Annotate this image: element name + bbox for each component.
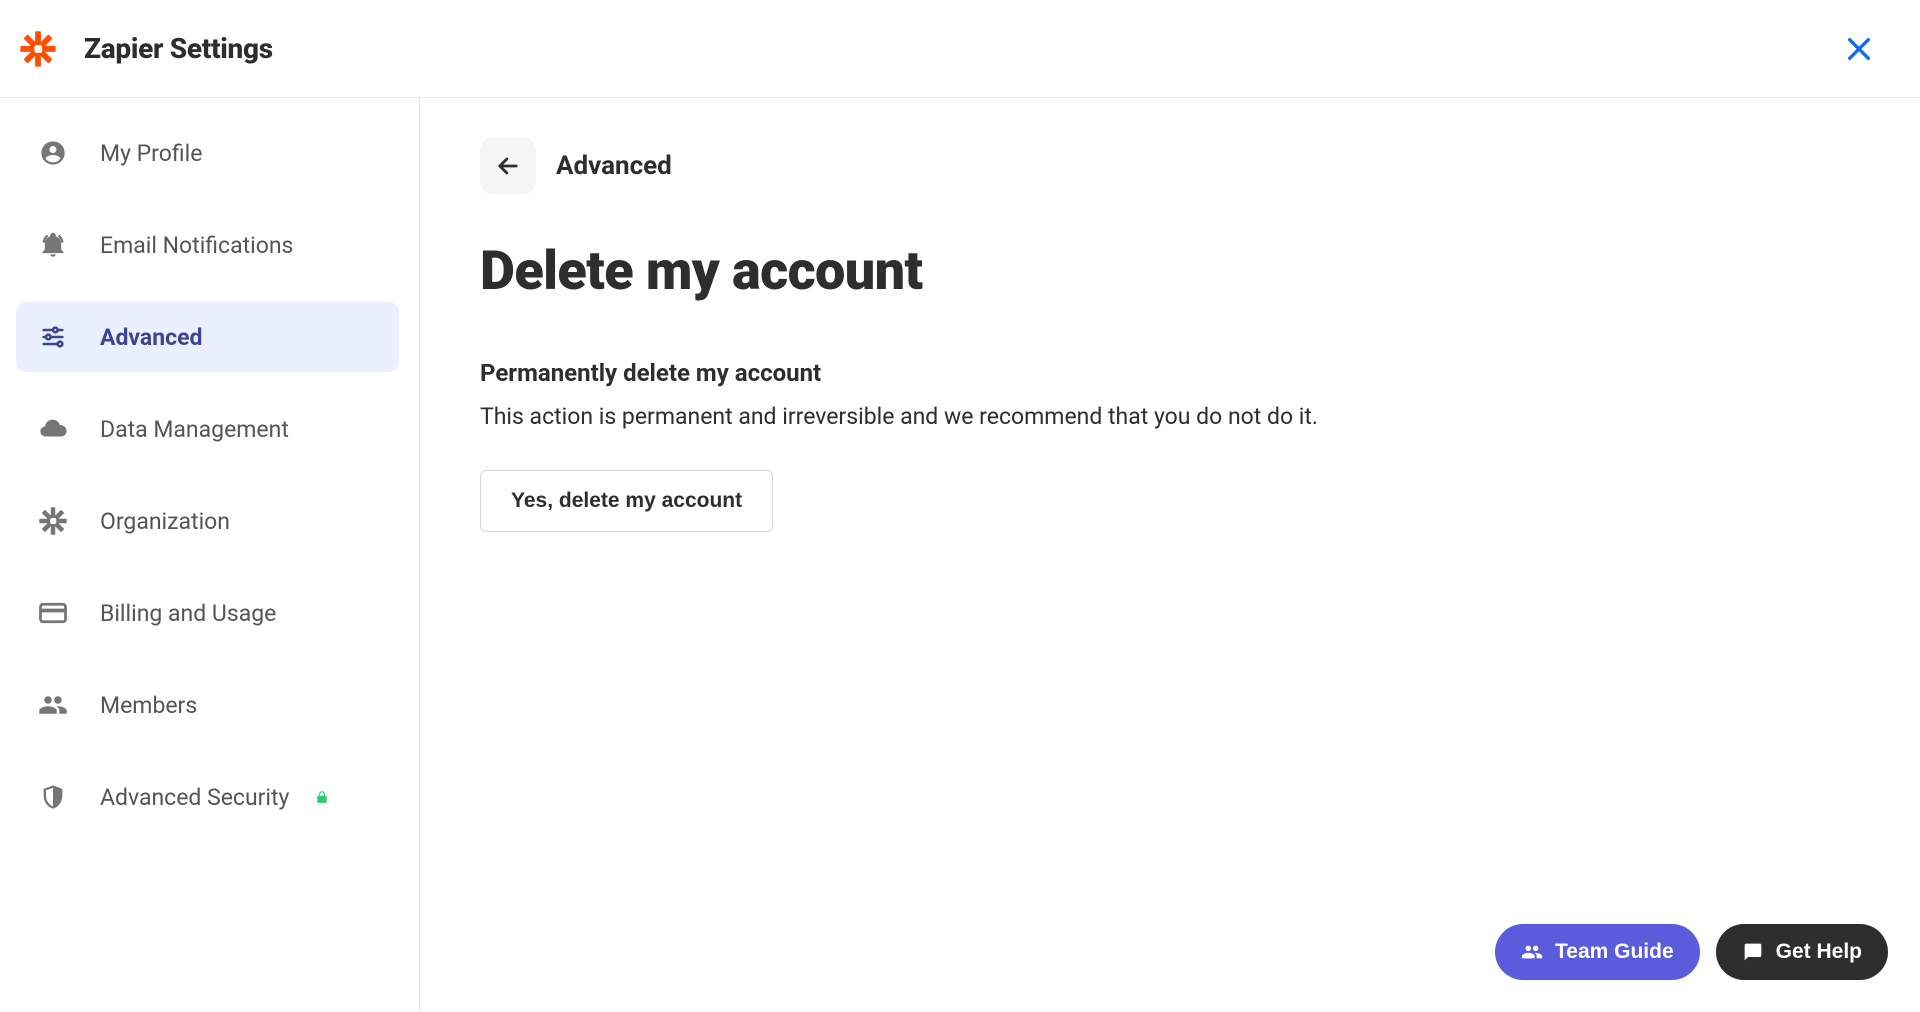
header-left: Zapier Settings [20,31,273,67]
organization-icon [38,506,68,536]
sidebar-item-label: Billing and Usage [100,600,276,627]
sidebar-item-label: My Profile [100,140,202,167]
sidebar-item-my-profile[interactable]: My Profile [16,118,399,188]
page-title: Delete my account [480,240,1860,303]
sidebar-item-label: Data Management [100,416,289,443]
lock-icon [315,789,329,805]
back-button[interactable] [480,138,536,194]
person-icon [38,138,68,168]
close-icon [1843,33,1875,65]
sidebar-item-email-notifications[interactable]: Email Notifications [16,210,399,280]
team-guide-button[interactable]: Team Guide [1495,924,1700,980]
sidebar-item-label: Email Notifications [100,232,293,259]
shield-icon [38,782,68,812]
get-help-label: Get Help [1776,940,1862,964]
sidebar-item-members[interactable]: Members [16,670,399,740]
members-icon [38,690,68,720]
credit-card-icon [38,598,68,628]
header-title: Zapier Settings [84,32,273,65]
settings-sidebar: My Profile Email Notifications Advanced … [0,98,420,1012]
section-description: This action is permanent and irreversibl… [480,403,1860,430]
close-button[interactable] [1838,28,1880,70]
sidebar-item-label: Members [100,692,197,719]
team-guide-label: Team Guide [1555,940,1674,964]
sidebar-item-organization[interactable]: Organization [16,486,399,556]
sliders-icon [38,322,68,352]
floating-actions: Team Guide Get Help [1495,924,1888,980]
delete-account-button[interactable]: Yes, delete my account [480,470,773,532]
arrow-left-icon [494,152,522,180]
header: Zapier Settings [0,0,1920,98]
breadcrumb-label: Advanced [556,151,672,181]
cloud-icon [38,414,68,444]
sidebar-item-billing-usage[interactable]: Billing and Usage [16,578,399,648]
team-icon [1521,941,1543,963]
breadcrumb-row: Advanced [480,138,1860,194]
chat-icon [1742,941,1764,963]
sidebar-item-label: Advanced Security [100,784,289,811]
get-help-button[interactable]: Get Help [1716,924,1888,980]
sidebar-item-advanced-security[interactable]: Advanced Security [16,762,399,832]
main-content: Advanced Delete my account Permanently d… [420,98,1920,1012]
sidebar-item-label: Organization [100,508,230,535]
zapier-logo-icon [20,31,56,67]
sidebar-item-label: Advanced [100,324,202,351]
section-heading: Permanently delete my account [480,359,1860,387]
bell-icon [38,230,68,260]
sidebar-item-data-management[interactable]: Data Management [16,394,399,464]
sidebar-item-advanced[interactable]: Advanced [16,302,399,372]
layout: My Profile Email Notifications Advanced … [0,98,1920,1012]
